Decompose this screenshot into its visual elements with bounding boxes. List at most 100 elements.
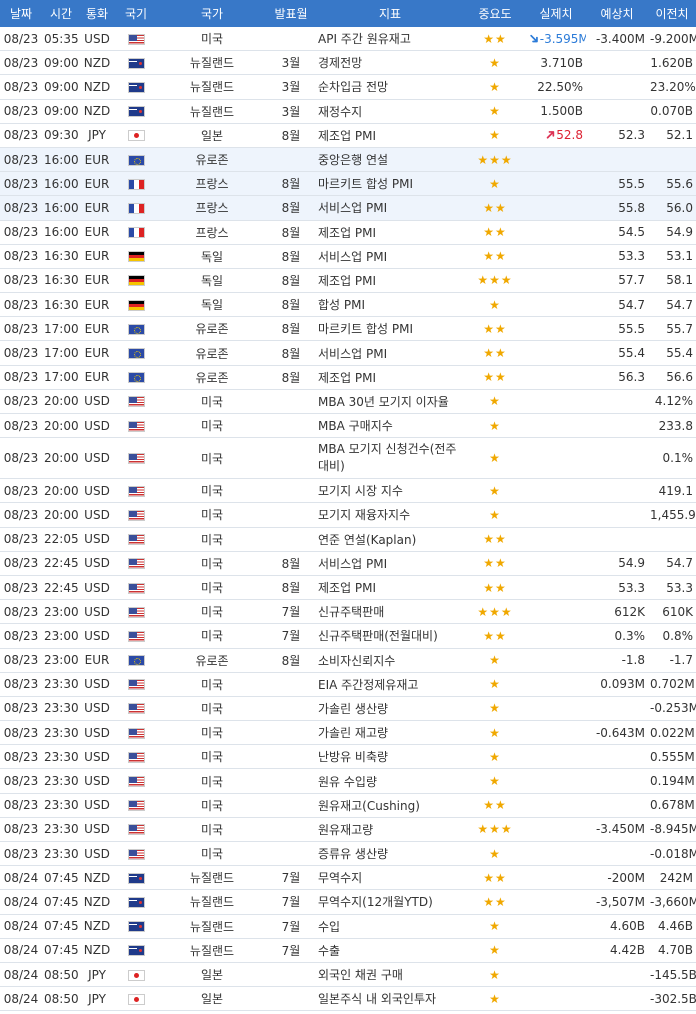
currency-cell: EUR — [80, 268, 114, 294]
table-row[interactable]: 08/23 05:35 USD 미국 API 주간 원유재고 ★★ ➜-3.595M -3.4… — [0, 27, 696, 52]
indicator-cell[interactable]: 신규주택판매 — [316, 599, 464, 625]
table-row[interactable]: 08/24 07:45 NZD 뉴질랜드 7월 무역수지(12개월YTD) ★★ -3,507… — [0, 889, 696, 915]
table-row[interactable]: 08/23 22:45 USD 미국 8월 제조업 PMI ★★ 53.3 53.3 — [0, 575, 696, 601]
table-row[interactable]: 08/23 23:30 USD 미국 원유재고(Cushing) ★★ 0.678M — [0, 793, 696, 818]
header-date[interactable]: 날짜 — [0, 0, 42, 27]
table-row[interactable]: 08/23 23:00 EUR 유로존 8월 소비자신뢰지수 ★ -1.8 -1.7 — [0, 648, 696, 673]
table-row[interactable]: 08/23 16:30 EUR 독일 8월 제조업 PMI ★★★ 57.7 58.1 — [0, 268, 696, 294]
header-flag[interactable]: 국기 — [114, 0, 158, 27]
importance-stars-icon: ★ — [489, 919, 501, 934]
table-row[interactable]: 08/23 16:30 EUR 독일 8월 합성 PMI ★ 54.7 54.7 — [0, 292, 696, 318]
indicator-cell[interactable]: 서비스업 PMI — [316, 195, 464, 221]
indicator-cell[interactable]: EIA 주간정제유재고 — [316, 672, 464, 697]
indicator-cell[interactable]: 제조업 PMI — [316, 268, 464, 294]
indicator-cell[interactable]: 수출 — [316, 938, 464, 963]
indicator-cell[interactable]: 순차입금 전망 — [316, 74, 464, 100]
indicator-cell[interactable]: 원유재고(Cushing) — [316, 793, 464, 818]
indicator-cell[interactable]: 원유재고량 — [316, 817, 464, 843]
indicator-cell[interactable]: 무역수지 — [316, 865, 464, 891]
table-row[interactable]: 08/23 16:00 EUR 유로존 중앙은행 연설 ★★★ — [0, 147, 696, 173]
header-forecast[interactable]: 예상치 — [586, 0, 648, 27]
table-row[interactable]: 08/23 23:30 USD 미국 증류유 생산량 ★ -0.018M — [0, 841, 696, 867]
header-month[interactable]: 발표월 — [266, 0, 316, 27]
indicator-cell[interactable]: 난방유 비축량 — [316, 744, 464, 770]
table-row[interactable]: 08/23 23:30 USD 미국 원유 수입량 ★ 0.194M — [0, 768, 696, 794]
importance-cell: ★★ — [464, 527, 526, 552]
indicator-cell[interactable]: 마르키트 합성 PMI — [316, 171, 464, 197]
indicator-cell[interactable]: 제조업 PMI — [316, 220, 464, 245]
indicator-cell[interactable]: 일본주식 내 외국인투자 — [316, 986, 464, 1012]
indicator-cell[interactable]: 증류유 생산량 — [316, 841, 464, 867]
indicator-cell[interactable]: 제조업 PMI — [316, 575, 464, 601]
date-cell: 08/23 — [0, 768, 42, 794]
header-importance[interactable]: 중요도 — [464, 0, 526, 27]
table-row[interactable]: 08/23 17:00 EUR 유로존 8월 마르키트 합성 PMI ★★ 55.5 55.7 — [0, 316, 696, 342]
table-row[interactable]: 08/23 20:00 USD 미국 MBA 구매지수 ★ 233.8 — [0, 413, 696, 439]
table-row[interactable]: 08/23 09:00 NZD 뉴질랜드 3월 경제전망 ★ 3.710B 1.620B — [0, 50, 696, 76]
header-time[interactable]: 시간 — [42, 0, 80, 27]
table-row[interactable]: 08/23 23:30 USD 미국 난방유 비축량 ★ 0.555M — [0, 744, 696, 770]
indicator-cell[interactable]: 서비스업 PMI — [316, 551, 464, 576]
indicator-cell[interactable]: 연준 연설(Kaplan) — [316, 527, 464, 552]
indicator-cell[interactable]: 마르키트 합성 PMI — [316, 316, 464, 342]
indicator-cell[interactable]: MBA 모기지 신청건수(전주대비) — [316, 437, 464, 480]
country-cell: 미국 — [158, 672, 266, 697]
indicator-cell[interactable]: 제조업 PMI — [316, 123, 464, 148]
indicator-cell[interactable]: 중앙은행 연설 — [316, 147, 464, 173]
indicator-cell[interactable]: MBA 30년 모기지 이자율 — [316, 389, 464, 415]
header-previous[interactable]: 이전치 — [648, 0, 696, 27]
table-row[interactable]: 08/23 23:30 USD 미국 EIA 주간정제유재고 ★ 0.093M 0.702M — [0, 672, 696, 697]
table-row[interactable]: 08/24 08:50 JPY 일본 일본주식 내 외국인투자 ★ -302.5B — [0, 986, 696, 1012]
indicator-cell[interactable]: 수입 — [316, 914, 464, 939]
table-row[interactable]: 08/23 23:30 USD 미국 가솔린 생산량 ★ -0.253M — [0, 696, 696, 722]
table-row[interactable]: 08/23 23:30 USD 미국 가솔린 재고량 ★ -0.643M 0.022M — [0, 720, 696, 746]
indicator-cell[interactable]: 경제전망 — [316, 50, 464, 76]
table-row[interactable]: 08/23 09:30 JPY 일본 8월 제조업 PMI ★ ➜52.8 52.3 52.1 — [0, 123, 696, 148]
indicator-cell[interactable]: 모기지 시장 지수 — [316, 478, 464, 504]
indicator-cell[interactable]: API 주간 원유재고 — [316, 27, 464, 52]
indicator-cell[interactable]: 무역수지(12개월YTD) — [316, 889, 464, 915]
table-row[interactable]: 08/24 07:45 NZD 뉴질랜드 7월 수출 ★ 4.42B 4.70B — [0, 938, 696, 963]
importance-stars-icon: ★★ — [483, 31, 507, 46]
indicator-cell[interactable]: 원유 수입량 — [316, 768, 464, 794]
indicator-cell[interactable]: 합성 PMI — [316, 292, 464, 318]
table-row[interactable]: 08/23 09:00 NZD 뉴질랜드 3월 순차입금 전망 ★ 22.50% 23.20% — [0, 74, 696, 100]
table-row[interactable]: 08/24 08:50 JPY 일본 외국인 채권 구매 ★ -145.5B — [0, 962, 696, 988]
table-row[interactable]: 08/23 23:00 USD 미국 7월 신규주택판매 ★★★ 612K 610K — [0, 599, 696, 625]
indicator-cell[interactable]: 소비자신뢰지수 — [316, 648, 464, 673]
table-row[interactable]: 08/24 07:45 NZD 뉴질랜드 7월 무역수지 ★★ -200M 242M — [0, 865, 696, 891]
table-row[interactable]: 08/23 23:00 USD 미국 7월 신규주택판매(전월대비) ★★ 0.3% 0.8% — [0, 623, 696, 649]
indicator-cell[interactable]: MBA 구매지수 — [316, 413, 464, 439]
indicator-cell[interactable]: 외국인 채권 구매 — [316, 962, 464, 988]
table-row[interactable]: 08/23 16:00 EUR 프랑스 8월 마르키트 합성 PMI ★ 55.5 55.6 — [0, 171, 696, 197]
indicator-cell[interactable]: 서비스업 PMI — [316, 340, 464, 366]
indicator-cell[interactable]: 서비스업 PMI — [316, 244, 464, 269]
us-flag-icon — [127, 776, 145, 788]
table-row[interactable]: 08/24 07:45 NZD 뉴질랜드 7월 수입 ★ 4.60B 4.46B — [0, 914, 696, 939]
month-cell — [266, 27, 316, 52]
table-row[interactable]: 08/23 20:00 USD 미국 모기지 재융자지수 ★ 1,455.9 — [0, 502, 696, 528]
table-row[interactable]: 08/23 23:30 USD 미국 원유재고량 ★★★ -3.450M -8.945M — [0, 817, 696, 843]
table-row[interactable]: 08/23 20:00 USD 미국 모기지 시장 지수 ★ 419.1 — [0, 478, 696, 504]
indicator-cell[interactable]: 가솔린 생산량 — [316, 696, 464, 722]
header-currency[interactable]: 통화 — [80, 0, 114, 27]
table-row[interactable]: 08/23 16:00 EUR 프랑스 8월 서비스업 PMI ★★ 55.8 56.0 — [0, 195, 696, 221]
indicator-cell[interactable]: 재정수지 — [316, 99, 464, 124]
table-row[interactable]: 08/23 17:00 EUR 유로존 8월 제조업 PMI ★★ 56.3 56.6 — [0, 365, 696, 390]
us-flag-icon — [127, 582, 145, 594]
indicator-cell[interactable]: 신규주택판매(전월대비) — [316, 623, 464, 649]
indicator-cell[interactable]: 가솔린 재고량 — [316, 720, 464, 746]
table-row[interactable]: 08/23 17:00 EUR 유로존 8월 서비스업 PMI ★★ 55.4 55.4 — [0, 340, 696, 366]
indicator-cell[interactable]: 모기지 재융자지수 — [316, 502, 464, 528]
table-row[interactable]: 08/23 22:45 USD 미국 8월 서비스업 PMI ★★ 54.9 54.7 — [0, 551, 696, 576]
header-actual[interactable]: 실제치 — [526, 0, 586, 27]
header-indicator[interactable]: 지표 — [316, 0, 464, 27]
indicator-cell[interactable]: 제조업 PMI — [316, 365, 464, 390]
header-country[interactable]: 국가 — [158, 0, 266, 27]
table-row[interactable]: 08/23 16:30 EUR 독일 8월 서비스업 PMI ★★ 53.3 53.1 — [0, 244, 696, 269]
table-row[interactable]: 08/23 22:05 USD 미국 연준 연설(Kaplan) ★★ — [0, 527, 696, 552]
table-row[interactable]: 08/23 20:00 USD 미국 MBA 30년 모기지 이자율 ★ 4.12% — [0, 389, 696, 415]
table-row[interactable]: 08/23 16:00 EUR 프랑스 8월 제조업 PMI ★★ 54.5 54.9 — [0, 220, 696, 245]
table-row[interactable]: 08/23 20:00 USD 미국 MBA 모기지 신청건수(전주대비) ★ 0.1% — [0, 437, 696, 480]
table-row[interactable]: 08/23 09:00 NZD 뉴질랜드 3월 재정수지 ★ 1.500B 0.070B — [0, 99, 696, 124]
